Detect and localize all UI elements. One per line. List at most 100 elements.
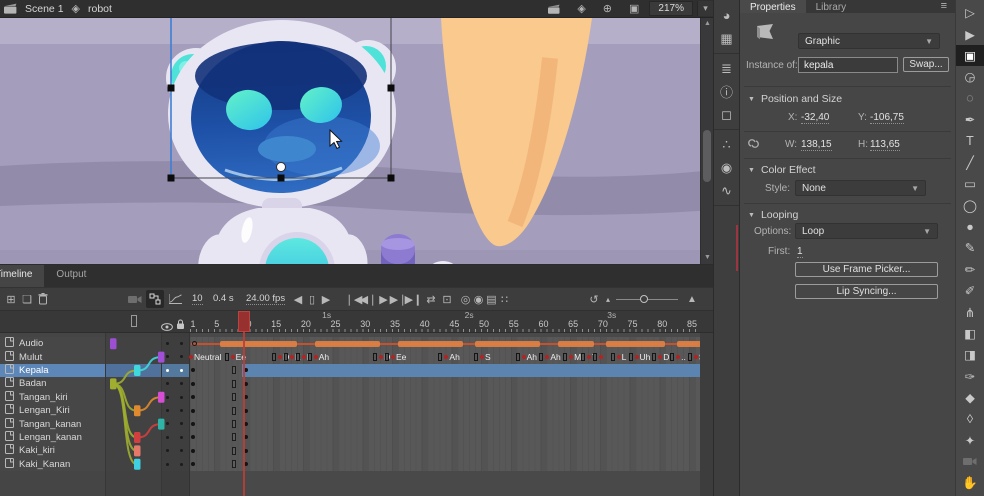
mouth-keyframe-dot[interactable] [587,355,591,359]
play-button[interactable]: ▶ [377,288,390,310]
mouth-keyframe-dot[interactable] [658,355,662,359]
layer-row-lengan_kiri[interactable]: Lengan_Kiri [0,404,713,417]
mouth-keyframe-dot[interactable] [314,355,318,359]
keyframe-dot[interactable] [191,395,195,399]
gradient-transform-tool[interactable]: ◶ [956,66,984,87]
keyframe-dot[interactable] [244,462,248,466]
subselection-tool[interactable]: ▶ [956,23,984,44]
layer-row-tangan_kiri[interactable]: Tangan_kiri [0,391,713,404]
mouth-keyframe-dot[interactable] [480,355,484,359]
mouth-keyframe-dot[interactable] [444,355,448,359]
mouth-keyframe-dot[interactable] [635,355,639,359]
ink-bottle-tool[interactable]: ◨ [956,344,984,365]
mouth-keyframe-dot[interactable] [391,355,395,359]
mouth-keyframe-dot[interactable] [569,355,573,359]
layer-name-cell[interactable]: Lengan_kanan [0,431,106,444]
layer-name-cell[interactable]: Kaki_Kanan [0,458,106,471]
keyframe-dot[interactable] [244,449,248,453]
layer-name-cell[interactable]: Badan [0,377,106,390]
tab-output[interactable]: Output [44,265,98,287]
layer-parent-cell[interactable] [106,350,162,363]
new-folder-icon[interactable]: ❏ [20,288,34,310]
panel-menu-icon[interactable]: ≡ [941,0,955,13]
keyframe-dot[interactable] [191,435,195,439]
keyframe-dot[interactable] [191,422,195,426]
layer-row-tangan_kanan[interactable]: Tangan_kanan [0,417,713,430]
position-size-header[interactable]: ▼Position and Size [748,93,842,105]
prev-marker-icon[interactable]: ◀ [292,288,304,310]
layer-row-kaki_kanan[interactable]: Kaki_Kanan [0,458,713,471]
mouth-keyframe-dot[interactable] [278,355,282,359]
first-frame-button[interactable]: ❘◀ [347,288,360,310]
mouth-keyframe-dot[interactable] [302,355,306,359]
layer-visibility-dot[interactable] [166,369,169,372]
onion-skin-icon[interactable]: ◎ [460,288,471,310]
layer-lock-dot[interactable] [180,369,183,372]
keyframe-dot[interactable] [191,409,195,413]
loop-playback-icon[interactable]: ⇄ [424,288,438,310]
symbol-type-dropdown[interactable]: Graphic▼ [798,33,940,49]
new-layer-icon[interactable]: ⊞ [4,288,18,310]
lasso-tool[interactable]: ◌ [956,88,984,109]
brush-library-panel-icon[interactable]: ∴ [714,133,739,156]
layer-parent-cell[interactable] [106,444,162,457]
swap-button[interactable]: Swap... [903,57,949,72]
layer-row-badan[interactable]: Badan [0,377,713,390]
paint-bucket-tool[interactable]: ◧ [956,323,984,344]
swatches-panel-icon[interactable]: ▦ [714,27,739,50]
lip-syncing-button[interactable]: Lip Syncing... [795,284,938,299]
layer-frames-cell[interactable] [190,377,700,390]
keyframe-dot[interactable] [191,368,195,372]
layer-parent-cell[interactable] [106,364,162,377]
mouth-keyframe-dot[interactable] [599,355,603,359]
stage-marker-icon[interactable]: ▯ [306,288,318,310]
symbol-name[interactable]: robot [88,3,112,15]
layer-lock-dot[interactable] [180,436,183,439]
layer-visibility-dot[interactable] [166,449,169,452]
frame-ruler[interactable]: 1s2s3s1510152025303540455055606570758085 [0,311,713,333]
layer-row-kepala[interactable]: Kepala [0,364,713,377]
pen-tool[interactable]: ✒ [956,109,984,130]
keyframe-dot[interactable] [191,382,195,386]
current-frame-field[interactable]: 10 [192,293,203,305]
looping-header[interactable]: ▼Looping [748,209,798,221]
zoom-out-icon[interactable]: ▴ [602,288,614,310]
mouth-keyframe-dot[interactable] [617,355,621,359]
layer-parent-cell[interactable] [106,391,162,404]
layer-visibility-dot[interactable] [166,436,169,439]
mouth-keyframe-dot[interactable] [189,355,193,359]
first-frame-value[interactable]: 1 [797,246,803,258]
layer-visibility-dot[interactable] [166,409,169,412]
layer-frames-cell[interactable] [190,458,700,471]
eraser-tool[interactable]: ◆ [956,387,984,408]
delete-icon[interactable] [36,288,50,310]
stage-zoom-select[interactable]: 217% [649,1,693,16]
mouth-keyframe-dot[interactable] [290,355,294,359]
eye-column-icon[interactable] [161,318,173,336]
layer-visibility-dot[interactable] [166,463,169,466]
keyframe-dot[interactable] [244,395,248,399]
mouth-keyframe-dot[interactable] [379,355,383,359]
layer-row-mulut[interactable]: MulutNeutralEeDEFAhDEeAhSAhAhMTLUhD..S [0,350,713,363]
transform-point[interactable] [277,163,286,172]
slider-knob[interactable] [640,295,648,303]
layer-name-cell[interactable]: Tangan_kiri [0,391,106,404]
keyframe-dot[interactable] [244,409,248,413]
playhead-line[interactable] [243,311,245,496]
layer-lock-dot[interactable] [180,342,183,345]
oval-tool[interactable]: ◯ [956,195,984,216]
stage-vertical-scrollbar[interactable]: ▲ ▼ [700,18,713,264]
loop-options-dropdown[interactable]: Loop▼ [795,223,938,239]
lock-column-icon[interactable] [176,317,185,335]
mouth-keyframe-dot[interactable] [694,355,698,359]
bone-tool[interactable]: ⋔ [956,301,984,322]
eyedropper-tool[interactable]: ✑ [956,366,984,387]
layer-row-lengan_kanan[interactable]: Lengan_kanan [0,431,713,444]
layer-visibility-dot[interactable] [166,355,169,358]
tab-timeline[interactable]: Timeline [0,265,44,287]
layer-frames-cell[interactable] [190,444,700,457]
edit-symbols-icon[interactable]: ◈ [577,2,585,15]
layer-frames-cell[interactable] [190,404,700,417]
layer-name-cell[interactable]: Mulut [0,350,106,363]
marker-range-icon[interactable]: ∷ [499,288,510,310]
